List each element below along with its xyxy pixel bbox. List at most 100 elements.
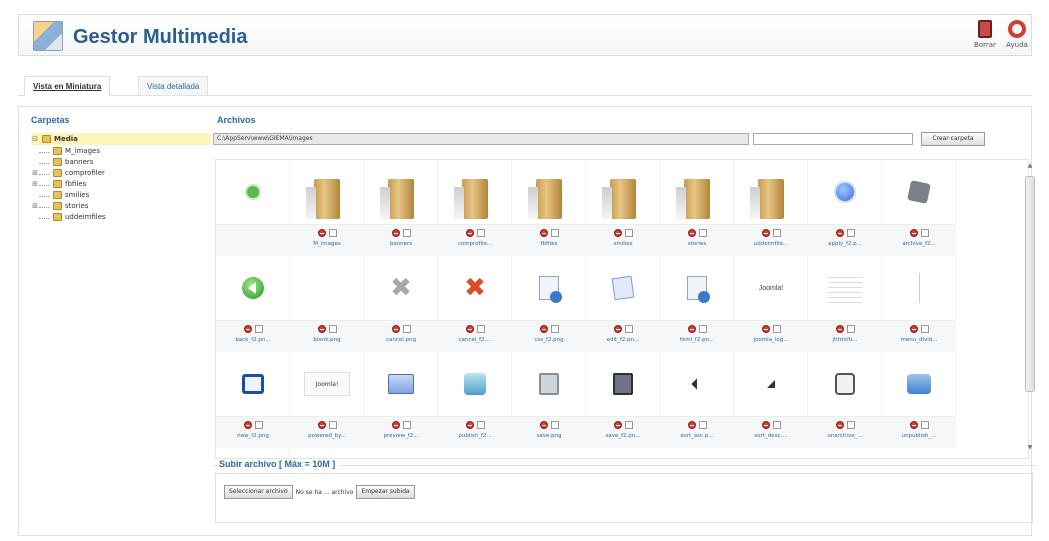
file-name[interactable]: joomla_log... xyxy=(734,337,808,343)
file-name[interactable]: save_f2.pn... xyxy=(586,433,660,439)
delete-file-icon[interactable] xyxy=(465,325,474,333)
file-name[interactable]: fbfiles xyxy=(512,241,586,247)
delete-file-icon[interactable] xyxy=(687,229,696,237)
file-name[interactable]: M_images xyxy=(290,241,364,247)
file-thumbnail[interactable] xyxy=(438,352,512,416)
file-item[interactable]: menu_divid... xyxy=(882,256,956,352)
file-name[interactable]: back_f2.pn... xyxy=(216,337,290,343)
select-file-checkbox[interactable] xyxy=(476,421,485,429)
file-name[interactable]: stories xyxy=(660,241,734,247)
delete-file-icon[interactable] xyxy=(835,325,844,333)
select-file-checkbox[interactable] xyxy=(772,229,781,237)
select-file-checkbox[interactable] xyxy=(698,229,707,237)
file-name[interactable]: preview_f2... xyxy=(364,433,438,439)
delete-file-icon[interactable] xyxy=(317,325,326,333)
file-item[interactable]: stories xyxy=(660,160,734,256)
tree-item-uddeimfiles[interactable]: uddeimfiles xyxy=(31,211,211,222)
tree-item-fbfiles[interactable]: ⊞ fbfiles xyxy=(31,178,211,189)
file-item[interactable]: apply_f2.p... xyxy=(808,160,882,256)
select-file-checkbox[interactable] xyxy=(402,421,411,429)
file-thumbnail[interactable] xyxy=(660,160,734,224)
delete-file-icon[interactable] xyxy=(539,229,548,237)
file-thumbnail[interactable]: Joomla! xyxy=(290,352,364,416)
file-thumbnail[interactable] xyxy=(216,256,290,320)
file-item[interactable]: unpublish_... xyxy=(882,352,956,448)
tree-root-media[interactable]: ⊟ Media xyxy=(31,133,211,145)
delete-file-icon[interactable] xyxy=(391,421,400,429)
file-name[interactable]: apply_f2.p... xyxy=(808,241,882,247)
select-file-checkbox[interactable] xyxy=(772,325,781,333)
select-file-checkbox[interactable] xyxy=(550,229,559,237)
select-file-checkbox[interactable] xyxy=(920,229,929,237)
scroll-thumb[interactable] xyxy=(1025,176,1035,392)
file-thumbnail[interactable] xyxy=(808,352,882,416)
delete-file-icon[interactable] xyxy=(687,325,696,333)
file-item[interactable] xyxy=(216,160,290,256)
file-item[interactable]: Joomla! joomla_log... xyxy=(734,256,808,352)
file-name[interactable]: html_f2.pn... xyxy=(660,337,734,343)
file-thumbnail[interactable] xyxy=(290,256,364,320)
expand-toggle-icon[interactable]: ⊞ xyxy=(31,202,39,210)
file-item[interactable]: archive_f2... xyxy=(882,160,956,256)
delete-file-icon[interactable] xyxy=(761,325,770,333)
file-item[interactable]: preview_f2... xyxy=(364,352,438,448)
file-name[interactable]: publish_f2... xyxy=(438,433,512,439)
file-name[interactable]: unpublish_... xyxy=(882,433,956,439)
files-scrollbar[interactable]: ▲ ▼ xyxy=(1023,162,1037,454)
file-thumbnail[interactable] xyxy=(216,352,290,416)
file-name[interactable]: powered_by... xyxy=(290,433,364,439)
select-file-checkbox[interactable] xyxy=(624,325,633,333)
file-item[interactable]: save.png xyxy=(512,352,586,448)
select-file-checkbox[interactable] xyxy=(624,229,633,237)
file-thumbnail[interactable]: ✖ xyxy=(364,256,438,320)
delete-file-icon[interactable] xyxy=(243,421,252,429)
delete-file-icon[interactable] xyxy=(539,325,548,333)
select-file-checkbox[interactable] xyxy=(846,421,855,429)
delete-file-icon[interactable] xyxy=(391,325,400,333)
file-item[interactable]: html_f2.pn... xyxy=(660,256,734,352)
file-thumbnail[interactable] xyxy=(364,352,438,416)
file-item[interactable]: banners xyxy=(364,160,438,256)
file-item[interactable]: sort_desc.... xyxy=(734,352,808,448)
file-thumbnail[interactable] xyxy=(216,448,290,458)
file-name[interactable]: unarchive_... xyxy=(808,433,882,439)
tree-item-m-images[interactable]: M_images xyxy=(31,145,211,156)
tab-detail-view[interactable]: Vista detallada xyxy=(138,76,209,96)
scroll-up-icon[interactable]: ▲ xyxy=(1023,162,1037,172)
file-item[interactable]: back_f2.pn... xyxy=(216,256,290,352)
tree-item-comprofiler[interactable]: ⊞ comprofiler xyxy=(31,167,211,178)
file-thumbnail[interactable] xyxy=(808,160,882,224)
file-thumbnail[interactable] xyxy=(734,352,808,416)
file-name[interactable]: uddeimfile... xyxy=(734,241,808,247)
select-file-checkbox[interactable] xyxy=(846,325,855,333)
file-thumbnail[interactable] xyxy=(512,160,586,224)
file-item[interactable]: uddeimfile... xyxy=(734,160,808,256)
select-file-checkbox[interactable] xyxy=(254,421,263,429)
file-name[interactable]: jhtml/ti... xyxy=(808,337,882,343)
select-file-checkbox[interactable] xyxy=(846,229,855,237)
delete-file-icon[interactable] xyxy=(909,421,918,429)
start-upload-button[interactable]: Empezar subida xyxy=(356,485,415,499)
expand-toggle-icon[interactable]: ⊞ xyxy=(31,169,39,177)
delete-file-icon[interactable] xyxy=(613,325,622,333)
file-thumbnail[interactable] xyxy=(438,160,512,224)
file-thumbnail[interactable] xyxy=(882,352,956,416)
delete-file-icon[interactable] xyxy=(761,229,770,237)
select-file-checkbox[interactable] xyxy=(550,421,559,429)
file-name[interactable]: banners xyxy=(364,241,438,247)
file-item[interactable]: comprofile... xyxy=(438,160,512,256)
file-item[interactable]: publish_f2... xyxy=(438,352,512,448)
file-thumbnail[interactable] xyxy=(660,352,734,416)
tab-thumbnail-view[interactable]: Vista en Miniatura xyxy=(24,76,111,96)
file-thumbnail[interactable] xyxy=(882,256,956,320)
tree-item-stories[interactable]: ⊞ stories xyxy=(31,200,211,211)
file-item[interactable]: unarchive_... xyxy=(808,352,882,448)
select-file-checkbox[interactable] xyxy=(328,229,337,237)
file-item[interactable]: fbfiles xyxy=(512,160,586,256)
delete-file-icon[interactable] xyxy=(391,229,400,237)
file-thumbnail[interactable] xyxy=(216,160,290,224)
delete-file-icon[interactable] xyxy=(317,421,326,429)
select-file-checkbox[interactable] xyxy=(920,325,929,333)
file-thumbnail[interactable] xyxy=(882,160,956,224)
select-file-checkbox[interactable] xyxy=(402,325,411,333)
